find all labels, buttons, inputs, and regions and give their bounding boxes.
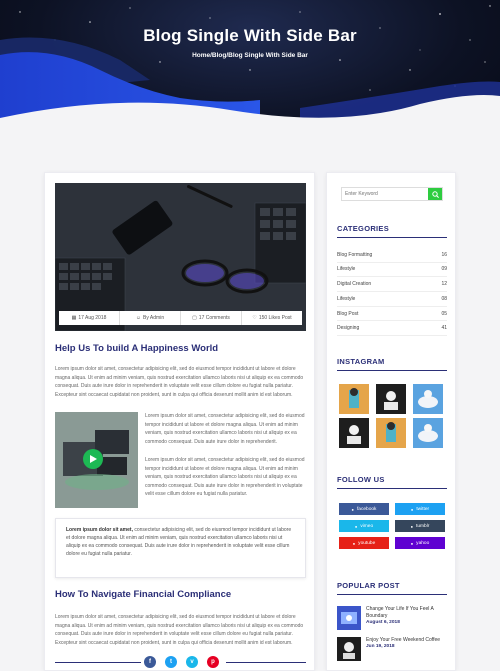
side-paragraph-1: Lorem ipsum dolor sit amet, consectetur … bbox=[145, 413, 305, 445]
post-paragraph-2: Lorem ipsum dolor sit amet, consectetur … bbox=[55, 614, 304, 646]
post-intro: Lorem ipsum dolor sit amet, consectetur … bbox=[55, 366, 304, 398]
breadcrumb[interactable]: Home/Blog/Blog Single With Side Bar bbox=[0, 52, 500, 59]
post-likes[interactable]: ♡ 150 Likes Post bbox=[242, 311, 302, 325]
search-input[interactable] bbox=[342, 188, 428, 200]
category-item[interactable]: Lifestyle 08 bbox=[337, 292, 447, 307]
post-meta-bar: ▦ 17 Aug 2018 ☺ By Admin ▢ 17 Comments ♡… bbox=[59, 311, 302, 325]
hero-night-sky-illustration bbox=[0, 5, 500, 140]
popular-title: POPULAR POST bbox=[337, 581, 400, 590]
follow-label: facebook bbox=[356, 506, 377, 512]
popular-thumb-1 bbox=[337, 606, 361, 630]
category-item[interactable]: Designing 41 bbox=[337, 322, 447, 336]
share-twitter-icon[interactable]: t bbox=[165, 656, 177, 668]
follow-tumblr-button[interactable]: ● tumblr bbox=[395, 520, 445, 532]
quote-lead: Lorem ipsum dolor sit amet, bbox=[66, 527, 133, 533]
instagram-photo-1[interactable] bbox=[339, 384, 369, 414]
category-name: Lifestyle bbox=[337, 295, 356, 302]
category-count: 41 bbox=[441, 325, 447, 332]
post-title: Help Us To build A Happiness World bbox=[55, 343, 219, 354]
post-subtitle: How To Navigate Financial Compliance bbox=[55, 589, 232, 600]
side-paragraph-2: Lorem ipsum dolor sit amet, consectetur … bbox=[145, 457, 305, 498]
video-thumbnail[interactable] bbox=[55, 412, 138, 508]
category-count: 12 bbox=[441, 281, 447, 288]
share-facebook-icon[interactable]: f bbox=[144, 656, 156, 668]
post-article: ▦ 17 Aug 2018 ☺ By Admin ▢ 17 Comments ♡… bbox=[44, 172, 315, 671]
play-button[interactable] bbox=[83, 449, 103, 469]
instagram-photo-3[interactable] bbox=[413, 384, 443, 414]
post-comments[interactable]: ▢ 17 Comments bbox=[181, 311, 242, 325]
follow-title: FOLLOW US bbox=[337, 475, 385, 484]
page-title: Blog Single With Side Bar bbox=[143, 26, 357, 45]
popular-post-1[interactable]: Change Your Life If You Feel A Boundary … bbox=[337, 606, 449, 632]
user-icon: ☺ bbox=[135, 315, 141, 321]
yahoo-icon: ● bbox=[410, 540, 414, 546]
page-hero: Blog Single With Side Bar Home/Blog/Blog… bbox=[0, 0, 500, 140]
search-box bbox=[341, 187, 443, 201]
blockquote: Lorem ipsum dolor sit amet, consectetur … bbox=[55, 518, 306, 578]
popular-thumb-2 bbox=[337, 637, 361, 661]
follow-vimeo-button[interactable]: ● vimeo bbox=[339, 520, 389, 532]
follow-facebook-button[interactable]: ● facebook bbox=[339, 503, 389, 515]
follow-yahoo-button[interactable]: ● yahoo bbox=[395, 537, 445, 549]
category-name: Blog Formatting bbox=[337, 251, 373, 258]
follow-twitter-button[interactable]: ● twitter bbox=[395, 503, 445, 515]
instagram-photo-6[interactable] bbox=[413, 418, 443, 448]
instagram-photo-4[interactable] bbox=[339, 418, 369, 448]
follow-label: tumblr bbox=[416, 523, 430, 529]
search-icon bbox=[431, 190, 439, 198]
category-count: 05 bbox=[441, 310, 447, 317]
sidebar: CATEGORIES Blog Formatting 16 Lifestyle 09 D… bbox=[326, 172, 456, 671]
share-vimeo-icon[interactable]: v bbox=[186, 656, 198, 668]
category-count: 09 bbox=[441, 266, 447, 273]
follow-label: vimeo bbox=[360, 523, 374, 529]
follow-label: twitter bbox=[416, 506, 430, 512]
instagram-title: INSTAGRAM bbox=[337, 357, 385, 366]
category-name: Digital Creation bbox=[337, 281, 372, 288]
category-item[interactable]: Blog Post 05 bbox=[337, 307, 447, 322]
instagram-photo-5[interactable] bbox=[376, 418, 406, 448]
heart-icon: ♡ bbox=[252, 315, 257, 321]
category-count: 08 bbox=[441, 295, 447, 302]
facebook-icon: ● bbox=[351, 506, 354, 512]
comment-icon: ▢ bbox=[192, 315, 197, 321]
twitter-icon: ● bbox=[410, 506, 414, 512]
share-pinterest-icon[interactable]: p bbox=[207, 656, 219, 668]
calendar-icon: ▦ bbox=[71, 315, 77, 321]
follow-label: youtube bbox=[358, 540, 376, 546]
category-item[interactable]: Digital Creation 12 bbox=[337, 277, 447, 292]
post-author[interactable]: ☺ By Admin bbox=[120, 311, 181, 325]
categories-title: CATEGORIES bbox=[337, 224, 390, 233]
follow-label: yahoo bbox=[416, 540, 430, 546]
play-icon bbox=[90, 455, 97, 463]
instagram-photo-2[interactable] bbox=[376, 384, 406, 414]
category-count: 16 bbox=[441, 251, 447, 258]
featured-image bbox=[55, 183, 306, 331]
category-name: Lifestyle bbox=[337, 266, 356, 273]
follow-youtube-button[interactable]: ● youtube bbox=[339, 537, 389, 549]
tumblr-icon: ● bbox=[410, 523, 414, 529]
popular-post-2[interactable]: Enjoy Your Free Weekend Coffee Jun 19, 2… bbox=[337, 637, 449, 663]
search-button[interactable] bbox=[428, 188, 442, 200]
youtube-icon: ● bbox=[352, 540, 356, 546]
category-name: Designing bbox=[337, 325, 360, 332]
category-item[interactable]: Blog Formatting 16 bbox=[337, 248, 447, 263]
vimeo-icon: ● bbox=[354, 523, 358, 529]
post-date: ▦ 17 Aug 2018 bbox=[59, 311, 120, 325]
share-bar: f t v p bbox=[55, 656, 306, 670]
category-item[interactable]: Lifestyle 09 bbox=[337, 263, 447, 278]
category-name: Blog Post bbox=[337, 310, 359, 317]
